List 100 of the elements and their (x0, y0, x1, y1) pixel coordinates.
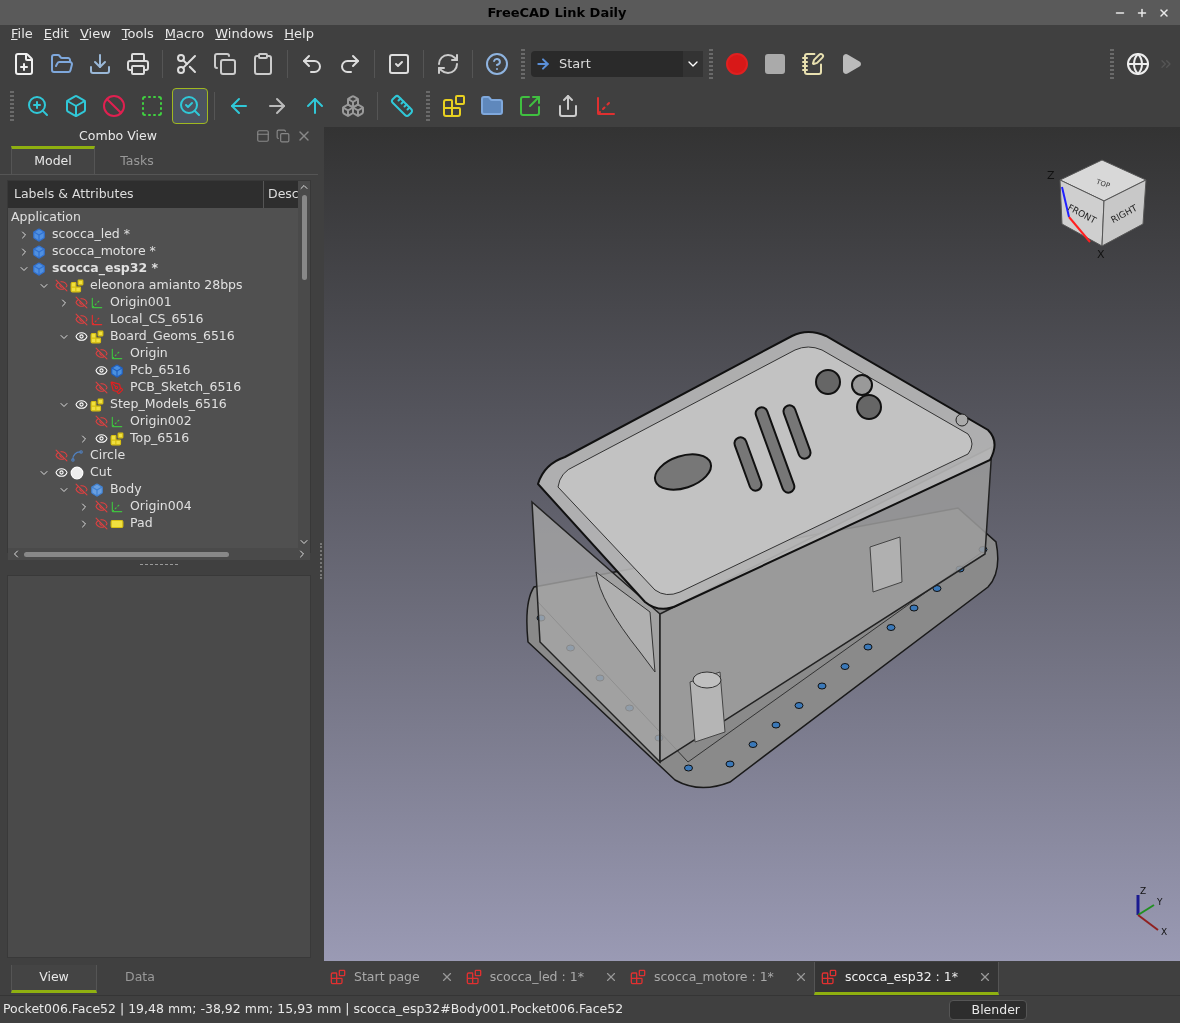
menu-item[interactable]: File (6, 24, 38, 44)
tree-item[interactable]: Origin002 (8, 413, 298, 430)
sketch-icon (110, 380, 124, 395)
axes-icon (90, 312, 104, 327)
axis-triad-drawing (1136, 895, 1159, 931)
blocks-icon (90, 397, 104, 412)
eye-icon[interactable] (74, 330, 88, 343)
menu-item[interactable]: Windows (210, 24, 279, 44)
eye-icon[interactable] (74, 398, 88, 411)
document-cube-icon (32, 227, 46, 242)
tree-item-label: Cut (90, 463, 112, 482)
tree-item[interactable]: scocca_led * (8, 226, 298, 243)
tree-item[interactable]: Step_Models_6516 (8, 396, 298, 413)
maximize-icon[interactable] (1136, 6, 1148, 19)
column-header[interactable]: Desc (264, 181, 298, 208)
tree-item[interactable]: eleonora amianto 28bps (8, 277, 298, 294)
document-tab[interactable]: scocca_esp32 : 1* (813, 962, 999, 995)
new-file-icon (12, 52, 36, 76)
axes-icon (110, 414, 124, 429)
box-select-icon (140, 94, 164, 118)
toolbar-button[interactable] (172, 88, 208, 124)
eye-icon[interactable] (54, 466, 68, 479)
tree-item-label: eleonora amianto 28bps (90, 276, 243, 295)
tree-item[interactable]: Pad (8, 515, 298, 532)
tree-item[interactable]: Origin (8, 345, 298, 362)
splitter-handle[interactable] (140, 563, 178, 565)
menu-item[interactable]: Edit (38, 24, 74, 44)
tree-item[interactable]: Origin001 (8, 294, 298, 311)
tree-item[interactable]: Top_6516 (8, 430, 298, 447)
menu-item[interactable]: Macro (159, 24, 210, 44)
tree-root-label: Application (10, 209, 82, 226)
menu-item[interactable]: Tools (116, 24, 159, 44)
document-cube-icon (32, 244, 46, 259)
vertical-scrollbar[interactable] (298, 181, 310, 548)
tree-item[interactable]: Pcb_6516 (8, 362, 298, 379)
tree-item-label: Origin001 (110, 293, 172, 312)
axis-label: Y (1157, 897, 1163, 907)
cube-icon (110, 363, 124, 378)
undo-icon (300, 52, 324, 76)
eye-icon[interactable] (94, 364, 108, 377)
tree-item[interactable]: Cut (8, 464, 298, 481)
horizontal-scrollbar[interactable] (8, 548, 310, 560)
tree-item-label: scocca_led * (52, 225, 130, 244)
tree-item-label: scocca_esp32 * (52, 259, 159, 278)
blocks-icon (442, 94, 466, 118)
boxes-icon (341, 94, 365, 118)
navigation-style-button[interactable]: Blender (949, 999, 1027, 1020)
save-icon (88, 52, 112, 76)
tree-item[interactable]: scocca_motore * (8, 243, 298, 260)
axes-icon (110, 499, 124, 514)
scissors-icon (175, 52, 199, 76)
enclosure-model-drawing[interactable] (526, 331, 999, 789)
panel-tab[interactable]: View (11, 965, 97, 993)
toolbar-grip[interactable] (426, 91, 430, 121)
menu-item[interactable]: View (74, 24, 116, 44)
panel-tab[interactable]: Model (11, 146, 95, 174)
tree-item[interactable]: Origin004 (8, 498, 298, 515)
toolbar-grip[interactable] (1110, 49, 1114, 79)
eye-icon[interactable] (94, 432, 108, 445)
column-header[interactable]: Labels & Attributes (8, 181, 264, 208)
tree-item[interactable]: Board_Geoms_6516 (8, 328, 298, 345)
toolbar-grip[interactable] (10, 91, 14, 121)
toolbar-grip[interactable] (709, 49, 713, 79)
tree-item-label: Origin002 (130, 412, 192, 431)
close-icon[interactable] (1158, 6, 1170, 19)
share-icon (556, 94, 580, 118)
zoom-icon (178, 94, 202, 118)
workbench-dropdown[interactable]: Start (531, 51, 703, 77)
clipboard-icon (251, 52, 275, 76)
help-icon (485, 52, 509, 76)
axes-icon (90, 295, 104, 310)
tree-item-label: Body (110, 480, 142, 499)
tree-item-label: Origin (130, 344, 168, 363)
cube-icon (64, 94, 88, 118)
notepad-icon (801, 52, 825, 76)
panel-title: Combo View (78, 126, 158, 145)
document-tab[interactable]: scocca_motore : 1* (623, 962, 814, 995)
tree-item[interactable]: Body (8, 481, 298, 498)
float-icon[interactable] (276, 129, 290, 143)
folder-icon (480, 94, 504, 118)
ban-icon (102, 94, 126, 118)
tree-item[interactable]: scocca_esp32 * (8, 260, 298, 277)
document-cube-icon (32, 261, 46, 276)
blocks-icon (70, 278, 84, 293)
tree-item-label: Pad (130, 514, 153, 533)
toolbar-grip[interactable] (521, 49, 525, 79)
panel-tab[interactable]: Data (97, 965, 183, 993)
tree-item-label: scocca_motore * (52, 242, 156, 261)
dock-icon[interactable] (256, 129, 270, 143)
checkmark-icon (387, 52, 411, 76)
sphere-icon (70, 465, 84, 480)
tree-item[interactable]: Circle (8, 447, 298, 464)
document-tab[interactable]: scocca_led : 1* (459, 962, 624, 995)
window-title: FreeCAD Link Daily (486, 3, 628, 22)
tree-item[interactable]: Local_CS_6516 (8, 311, 298, 328)
tree-item-label: Pcb_6516 (130, 361, 191, 380)
menu-item[interactable]: Help (279, 24, 319, 44)
document-tab[interactable]: Start page (324, 962, 460, 995)
tree-item[interactable]: PCB_Sketch_6516 (8, 379, 298, 396)
panel-tab[interactable]: Tasks (95, 146, 179, 174)
